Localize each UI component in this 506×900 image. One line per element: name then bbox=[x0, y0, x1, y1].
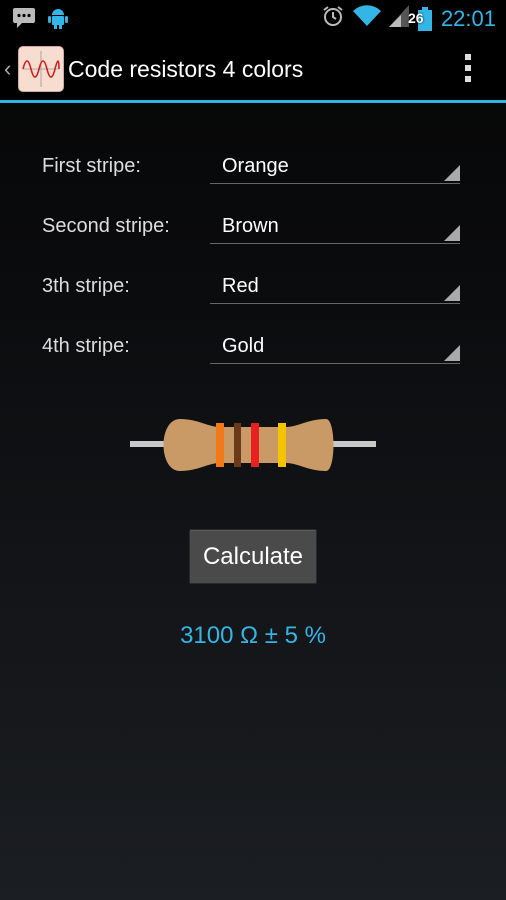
first-stripe-spinner[interactable]: Orange bbox=[210, 151, 460, 184]
spinner-arrow-icon bbox=[444, 285, 460, 301]
fourth-stripe-row: 4th stripe: Gold bbox=[42, 335, 462, 375]
overflow-menu-icon[interactable] bbox=[464, 54, 472, 82]
resistor-band-1 bbox=[216, 423, 224, 467]
resistor-band-4 bbox=[278, 423, 286, 467]
fourth-stripe-label: 4th stripe: bbox=[42, 335, 130, 357]
up-navigation-icon[interactable]: ‹ bbox=[4, 56, 11, 82]
first-stripe-label: First stripe: bbox=[42, 155, 141, 177]
fourth-stripe-spinner[interactable]: Gold bbox=[210, 331, 460, 364]
spinner-arrow-icon bbox=[444, 225, 460, 241]
battery-icon: 26 bbox=[408, 6, 433, 31]
chat-notification-icon bbox=[12, 7, 36, 34]
first-stripe-value: Orange bbox=[222, 155, 289, 177]
alarm-icon bbox=[321, 4, 345, 33]
signal-icon bbox=[388, 5, 409, 32]
app-logo-icon[interactable] bbox=[18, 46, 64, 92]
resistor-illustration bbox=[130, 415, 376, 475]
third-stripe-label: 3th stripe: bbox=[42, 275, 130, 297]
resistor-band-2 bbox=[234, 423, 241, 467]
battery-level: 26 bbox=[407, 9, 424, 26]
wifi-icon bbox=[352, 5, 381, 32]
resistor-band-3 bbox=[251, 423, 259, 467]
second-stripe-row: Second stripe: Brown bbox=[42, 215, 462, 255]
resistor-body bbox=[163, 419, 334, 471]
result-value: 3100 Ω ± 5 % bbox=[180, 622, 326, 649]
action-bar-divider bbox=[0, 100, 506, 103]
second-stripe-spinner[interactable]: Brown bbox=[210, 211, 460, 244]
android-debug-icon bbox=[48, 6, 68, 35]
fourth-stripe-value: Gold bbox=[222, 335, 265, 357]
first-stripe-row: First stripe: Orange bbox=[42, 155, 462, 195]
status-bar: 26 22:01 bbox=[0, 0, 506, 36]
page-title: Code resistors 4 colors bbox=[68, 56, 304, 82]
third-stripe-value: Red bbox=[222, 275, 259, 297]
second-stripe-value: Brown bbox=[222, 215, 279, 237]
third-stripe-spinner[interactable]: Red bbox=[210, 271, 460, 304]
second-stripe-label: Second stripe: bbox=[42, 215, 170, 237]
spinner-arrow-icon bbox=[444, 345, 460, 361]
spinner-arrow-icon bbox=[444, 165, 460, 181]
calculate-button[interactable]: Calculate bbox=[189, 529, 317, 584]
third-stripe-row: 3th stripe: Red bbox=[42, 275, 462, 315]
status-clock: 22:01 bbox=[440, 5, 496, 31]
